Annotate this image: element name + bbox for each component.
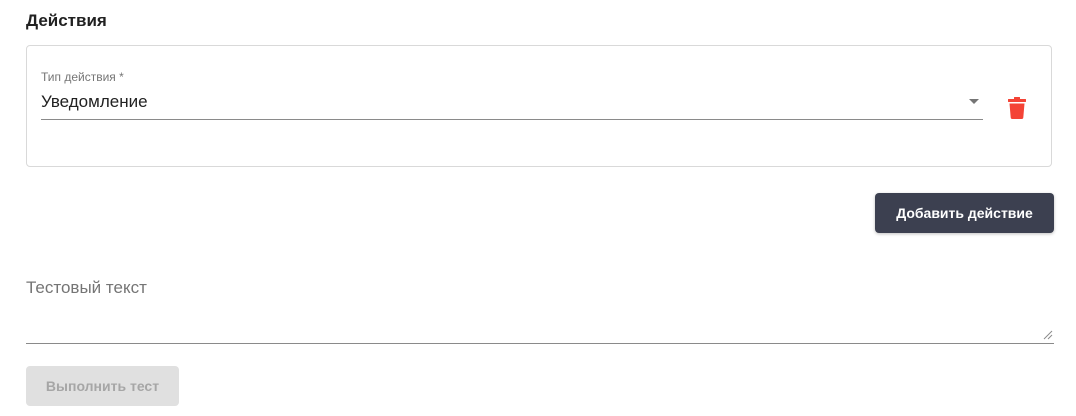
action-card: Тип действия * Уведомление <box>26 45 1052 167</box>
delete-action-button[interactable] <box>1003 94 1031 122</box>
test-text-field[interactable]: Тестовый текст <box>26 270 1054 344</box>
chevron-down-icon[interactable] <box>969 99 979 104</box>
test-text-underline <box>26 343 1054 344</box>
action-type-label: Тип действия * <box>41 70 124 84</box>
section-title: Действия <box>26 11 107 30</box>
actions-page: Действия Тип действия * Уведомление Доба… <box>0 0 1076 416</box>
test-text-label: Тестовый текст <box>26 278 147 297</box>
run-test-button[interactable]: Выполнить тест <box>26 366 179 406</box>
trash-icon[interactable] <box>1008 97 1026 119</box>
select-underline <box>41 119 983 120</box>
resize-handle-icon[interactable] <box>1043 330 1053 340</box>
action-type-value: Уведомление <box>41 92 148 111</box>
add-action-button[interactable]: Добавить действие <box>875 193 1054 233</box>
action-type-select[interactable]: Тип действия * Уведомление <box>41 68 983 120</box>
